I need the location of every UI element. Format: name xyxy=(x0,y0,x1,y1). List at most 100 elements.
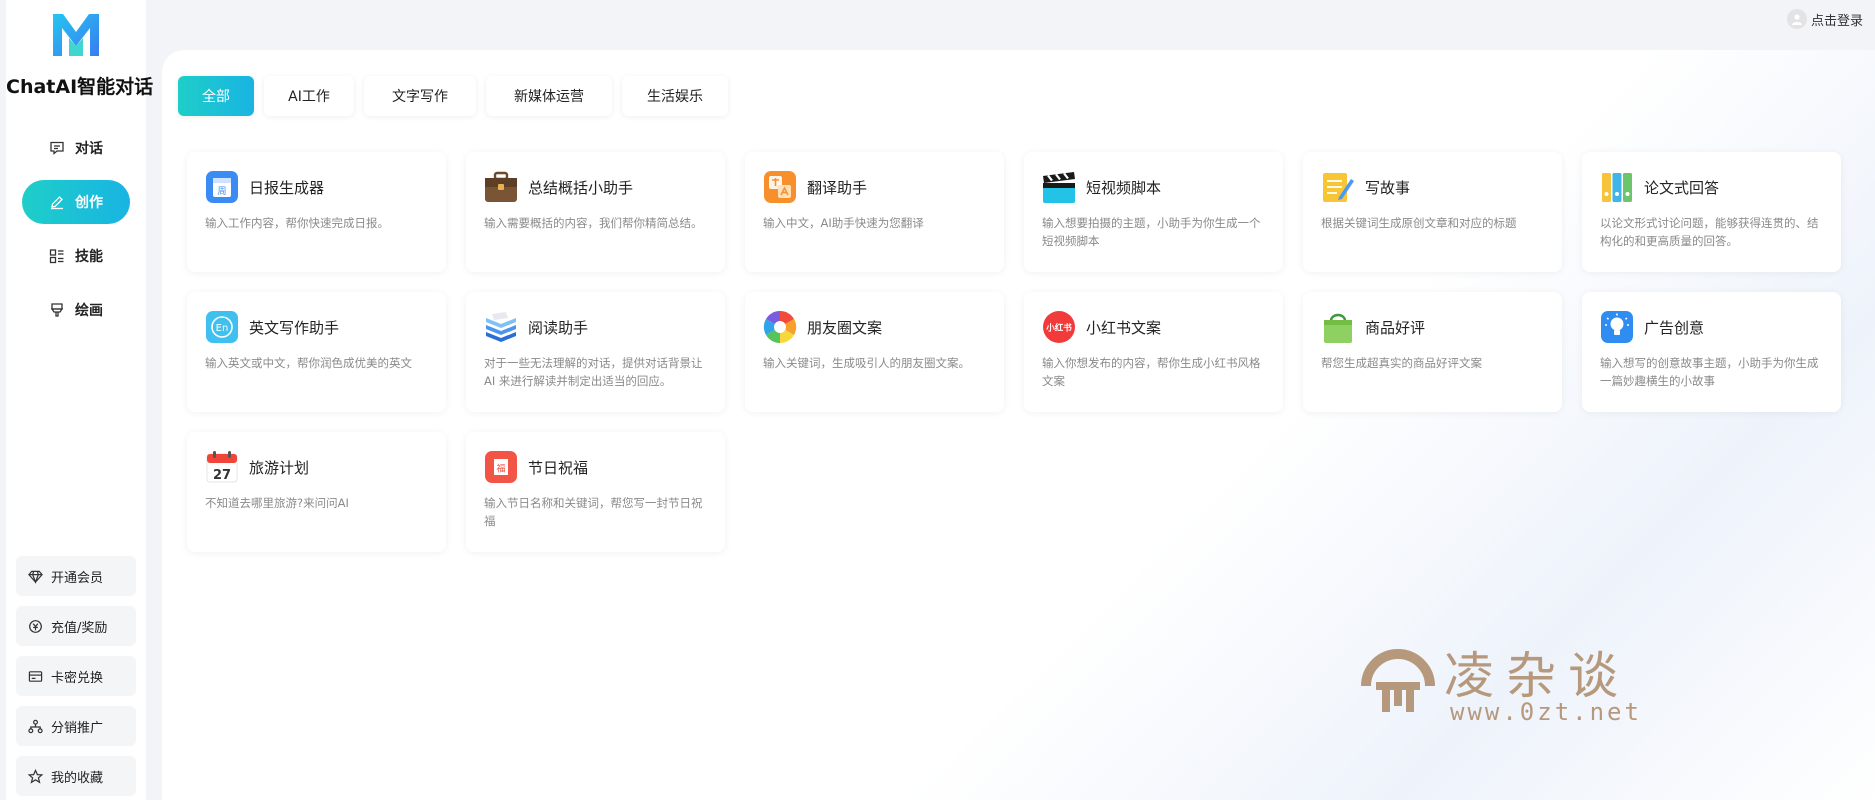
card-desc: 根据关键词生成原创文章和对应的标题 xyxy=(1321,216,1517,230)
card-desc: 输入需要概括的内容，我们帮你精简总结。 xyxy=(484,216,703,230)
menu-recharge[interactable]: 充值/奖励 xyxy=(16,606,136,646)
card-icon xyxy=(28,670,43,682)
nav-label: 创作 xyxy=(75,195,103,211)
app-card[interactable]: 27 旅游计划 不知道去哪里旅游?来问问AI xyxy=(187,432,446,552)
nav-label: 技能 xyxy=(75,249,103,265)
tab-ai-work[interactable]: AI工作 xyxy=(264,76,354,116)
calendar-icon: 27 xyxy=(206,451,238,483)
clapperboard-icon xyxy=(1043,172,1075,203)
tab-life[interactable]: 生活娱乐 xyxy=(622,76,728,116)
card-desc: 输入节日名称和关键词，帮您写一封节日祝福 xyxy=(484,496,703,528)
menu-label: 我的收藏 xyxy=(51,770,104,786)
paint-icon xyxy=(50,303,64,317)
app-card[interactable]: 论文式回答 以论文形式讨论问题，能够获得连贯的、结构化的和更高质量的回答。 xyxy=(1582,152,1841,272)
card-desc: 不知道去哪里旅游?来问问AI xyxy=(205,496,349,510)
shopping-bag-icon xyxy=(1324,313,1352,343)
app-card[interactable]: 商品好评 帮您生成超真实的商品好评文案 xyxy=(1303,292,1562,412)
diamond-icon xyxy=(28,570,43,584)
avatar xyxy=(1786,9,1807,29)
brand-logo-icon xyxy=(53,14,99,56)
chat-icon xyxy=(50,141,64,155)
user-icon xyxy=(1791,14,1802,25)
app-card[interactable]: En 英文写作助手 输入英文或中文，帮你润色成优美的英文 xyxy=(187,292,446,412)
xiaohongshu-icon: 小红书 xyxy=(1043,311,1075,343)
menu-label: 卡密兑换 xyxy=(51,670,104,686)
card-title: 小红书文案 xyxy=(1086,318,1162,337)
svg-text:周: 周 xyxy=(217,186,226,197)
main-nav: 对话 创作 技能 绘画 xyxy=(6,126,146,342)
english-icon: En xyxy=(206,311,238,343)
svg-text:27: 27 xyxy=(213,468,231,483)
card-desc: 输入想要拍摄的主题，小助手为你生成一个短视频脚本 xyxy=(1042,216,1261,248)
menu-label: 充值/奖励 xyxy=(51,620,108,636)
card-desc: 输入工作内容，帮你快速完成日报。 xyxy=(205,216,389,230)
watermark-logo-icon xyxy=(1361,649,1435,712)
card-desc: 输入你想发布的内容，帮你生成小红书风格文案 xyxy=(1042,356,1261,388)
card-desc: 对于一些无法理解的对话，提供对话背景让 AI 来进行解读并制定出适当的回应。 xyxy=(484,356,703,388)
tab-new-media[interactable]: 新媒体运营 xyxy=(486,76,612,116)
app-card[interactable]: 周 日报生成器 输入工作内容，帮你快速完成日报。 xyxy=(187,152,446,272)
menu-distribution[interactable]: 分销推广 xyxy=(16,706,136,746)
menu-label: 开通会员 xyxy=(51,570,104,586)
svg-text:小红书: 小红书 xyxy=(1045,323,1072,334)
app-card[interactable]: 福 节日祝福 输入节日名称和关键词，帮您写一封节日祝福 xyxy=(466,432,725,552)
bottom-menu: 开通会员 充值/奖励 卡密兑换 分销推广 我的收藏 xyxy=(16,556,136,800)
brand-name: ChatAI智能对话 xyxy=(6,76,154,98)
card-desc: 输入中文，AI助手快速为您翻译 xyxy=(763,216,924,230)
login-label: 点击登录 xyxy=(1810,13,1863,29)
nav-label: 对话 xyxy=(75,141,103,157)
recharge-icon xyxy=(29,619,42,633)
pen-icon xyxy=(51,196,63,210)
aperture-icon xyxy=(763,310,797,344)
app-card[interactable]: 总结概括小助手 输入需要概括的内容，我们帮你精简总结。 xyxy=(466,152,725,272)
books-icon xyxy=(486,312,516,342)
watermark: 凌杂谈 www.0zt.net xyxy=(1360,630,1680,730)
nav-item-create[interactable]: 创作 xyxy=(22,180,130,224)
lightbulb-icon xyxy=(1601,311,1633,343)
share-icon xyxy=(28,719,43,733)
category-tabs: 全部 AI工作 文字写作 新媒体运营 生活娱乐 xyxy=(178,76,728,116)
tab-writing[interactable]: 文字写作 xyxy=(364,76,476,116)
skills-icon xyxy=(49,249,64,264)
nav-item-chat[interactable]: 对话 xyxy=(22,126,130,170)
app-card[interactable]: 朋友圈文案 输入关键词，生成吸引人的朋友圈文案。 xyxy=(745,292,1004,412)
menu-favorites[interactable]: 我的收藏 xyxy=(16,756,136,796)
nav-item-skills[interactable]: 技能 xyxy=(22,234,130,278)
card-title: 节日祝福 xyxy=(528,458,589,477)
menu-card-redeem[interactable]: 卡密兑换 xyxy=(16,656,136,696)
app-card[interactable]: 短视频脚本 输入想要拍摄的主题，小助手为你生成一个短视频脚本 xyxy=(1024,152,1283,272)
app-card[interactable]: 小红书 小红书文案 输入你想发布的内容，帮你生成小红书风格文案 xyxy=(1024,292,1283,412)
app-card[interactable]: 阅读助手 对于一些无法理解的对话，提供对话背景让 AI 来进行解读并制定出适当的… xyxy=(466,292,725,412)
sidebar: ChatAI智能对话 对话 创作 技能 绘画 开通会员 充值/奖励 卡密兑换 分… xyxy=(6,0,154,800)
app-card[interactable]: 翻译助手 输入中文，AI助手快速为您翻译 xyxy=(745,152,1004,272)
card-title: 总结概括小助手 xyxy=(528,178,634,197)
svg-text:En: En xyxy=(216,323,229,334)
card-desc: 输入关键词，生成吸引人的朋友圈文案。 xyxy=(763,356,970,370)
nav-item-paint[interactable]: 绘画 xyxy=(22,288,130,332)
card-title: 翻译助手 xyxy=(807,178,868,197)
app-card[interactable]: 写故事 根据关键词生成原创文章和对应的标题 xyxy=(1303,152,1562,272)
login-button[interactable]: 点击登录 xyxy=(1786,9,1863,29)
app-card[interactable]: 广告创意 输入想写的创意故事主题，小助手为你生成一篇妙趣横生的小故事 xyxy=(1582,292,1841,412)
briefcase-icon xyxy=(485,171,517,202)
card-desc: 帮您生成超真实的商品好评文案 xyxy=(1321,356,1482,370)
card-title: 广告创意 xyxy=(1644,318,1705,337)
festival-icon: 福 xyxy=(485,451,517,483)
card-title: 短视频脚本 xyxy=(1086,178,1162,197)
tab-all[interactable]: 全部 xyxy=(178,76,254,116)
card-title: 旅游计划 xyxy=(249,458,310,477)
card-title: 写故事 xyxy=(1365,178,1411,197)
card-title: 商品好评 xyxy=(1365,318,1426,337)
menu-label: 分销推广 xyxy=(51,720,104,736)
card-desc: 以论文形式讨论问题，能够获得连贯的、结构化的和更高质量的回答。 xyxy=(1600,216,1819,248)
logo[interactable]: ChatAI智能对话 xyxy=(6,10,154,99)
menu-vip[interactable]: 开通会员 xyxy=(16,556,136,596)
card-title: 日报生成器 xyxy=(249,178,325,197)
notepad-icon xyxy=(1323,173,1354,202)
binders-icon xyxy=(1602,173,1632,202)
app-card-grid: 周 日报生成器 输入工作内容，帮你快速完成日报。 总结概括小助手 输入需要概括的… xyxy=(187,152,1841,552)
nav-label: 绘画 xyxy=(75,303,103,319)
daily-report-icon: 周 xyxy=(206,171,238,203)
translate-icon xyxy=(764,171,796,203)
card-title: 英文写作助手 xyxy=(249,318,340,337)
